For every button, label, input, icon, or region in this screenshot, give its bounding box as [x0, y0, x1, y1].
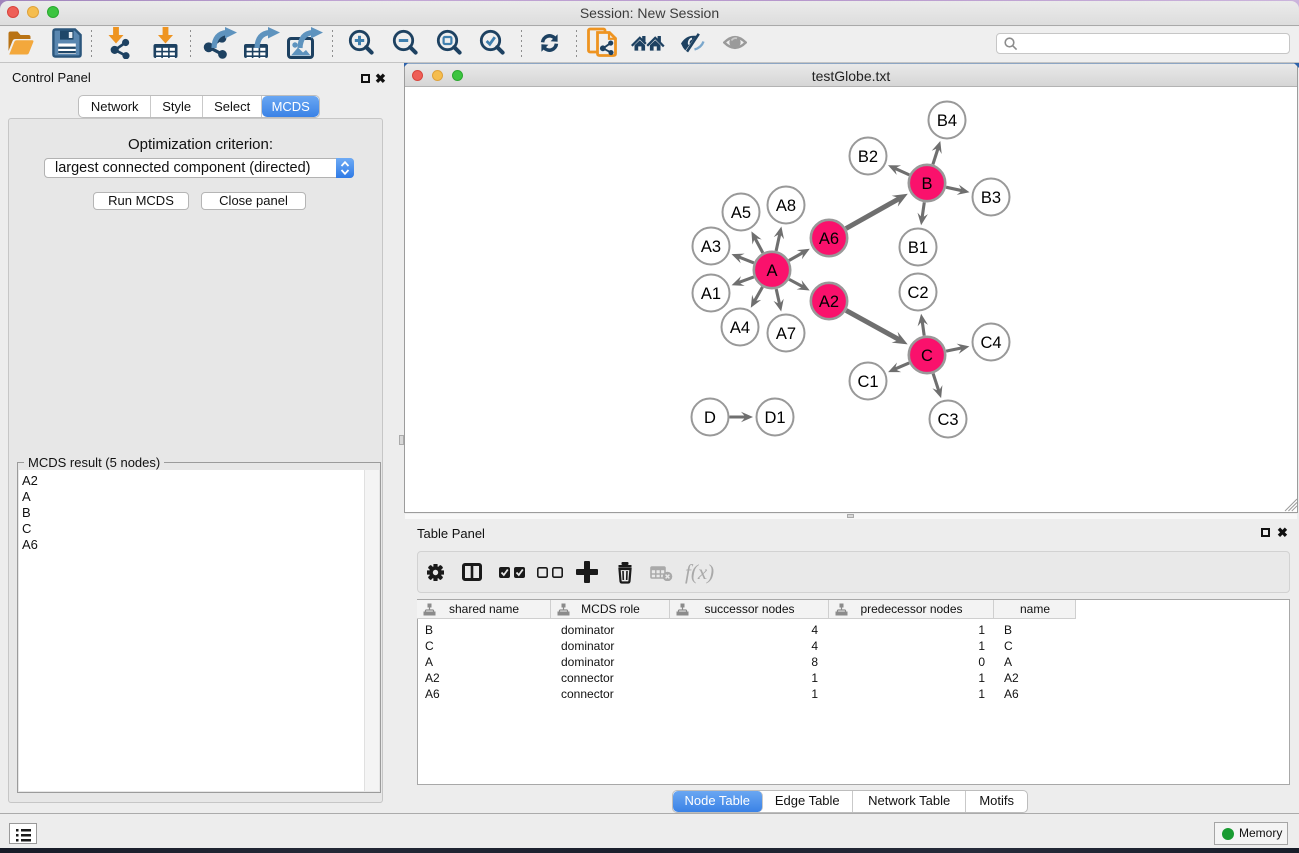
- svg-text:C3: C3: [937, 411, 958, 429]
- svg-text:C4: C4: [980, 334, 1001, 352]
- svg-text:B4: B4: [937, 112, 957, 130]
- svg-text:B2: B2: [858, 148, 878, 166]
- svg-text:A2: A2: [819, 293, 839, 311]
- svg-text:A7: A7: [776, 325, 796, 343]
- svg-text:B: B: [921, 175, 932, 193]
- svg-text:B3: B3: [981, 189, 1001, 207]
- svg-text:C2: C2: [907, 284, 928, 302]
- svg-text:A5: A5: [731, 204, 751, 222]
- svg-text:D1: D1: [764, 409, 785, 427]
- svg-text:D: D: [704, 409, 716, 427]
- svg-text:A: A: [766, 262, 777, 280]
- svg-text:A1: A1: [701, 285, 721, 303]
- svg-text:C: C: [921, 347, 933, 365]
- svg-text:A8: A8: [776, 197, 796, 215]
- svg-text:A6: A6: [819, 230, 839, 248]
- svg-text:A3: A3: [701, 238, 721, 256]
- svg-text:B1: B1: [908, 239, 928, 257]
- svg-text:C1: C1: [857, 373, 878, 391]
- svg-text:A4: A4: [730, 319, 750, 337]
